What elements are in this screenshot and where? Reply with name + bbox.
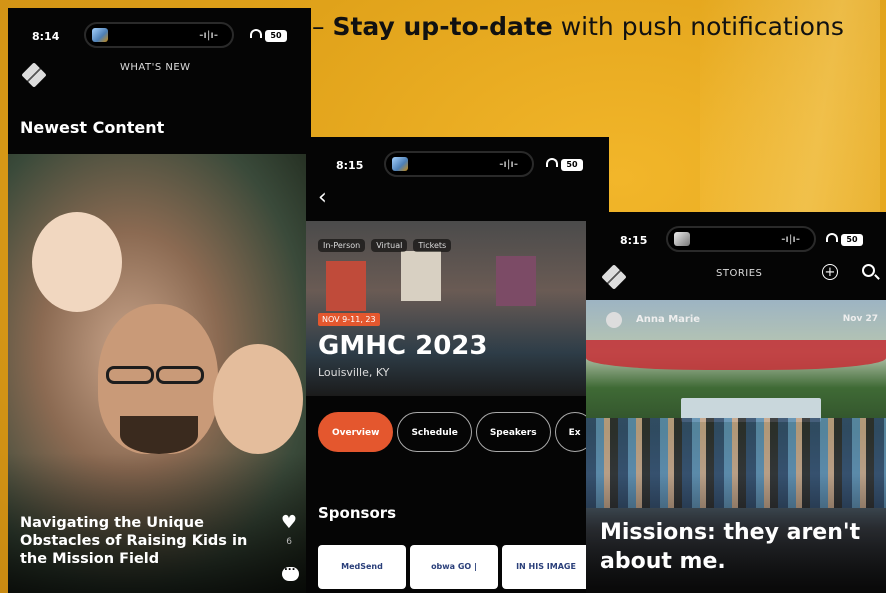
hero-photo-glasses [106, 366, 154, 384]
event-location: Louisville, KY [318, 366, 390, 379]
status-bar: 8:14 -ı|ı- 50 [8, 8, 311, 52]
event-title: GMHC 2023 [318, 331, 488, 361]
status-time: 8:15 [336, 159, 364, 172]
story-card[interactable]: Anna Marie Nov 27 Missions: they aren't … [586, 300, 886, 593]
headline-rest: with push notifications [560, 12, 844, 41]
hero-banner [401, 251, 441, 301]
hero-banner [326, 261, 366, 311]
status-time: 8:14 [32, 30, 60, 43]
tab-overview[interactable]: Overview [318, 412, 394, 452]
app-logo-icon[interactable] [21, 62, 47, 88]
headline: – Stay up-to-date with push notification… [312, 12, 844, 41]
date-badge: NOV 9-11, 23 [318, 313, 380, 326]
waveform-icon: -ı|ı- [199, 30, 218, 41]
section-title: Newest Content [20, 118, 165, 137]
nav-title: STORIES [716, 268, 763, 279]
battery-icon: 50 [561, 159, 583, 171]
article-card[interactable]: Navigating the Unique Obstacles of Raisi… [8, 154, 311, 593]
tab-schedule[interactable]: Schedule [397, 412, 472, 452]
story-photo-awning [586, 340, 886, 370]
hero-photo-child [32, 212, 122, 312]
now-playing-thumbnail [92, 28, 108, 42]
status-icons: 50 [826, 232, 863, 246]
back-chevron-icon[interactable]: ‹ [318, 185, 327, 210]
phone-stories: 8:15 -ı|ı- 50 STORIES + Anna Marie Nov 2… [586, 212, 886, 593]
dynamic-island[interactable]: -ı|ı- [84, 22, 234, 48]
headline-bold: Stay up-to-date [332, 12, 553, 41]
waveform-icon: -ı|ı- [781, 234, 800, 245]
article-title[interactable]: Navigating the Unique Obstacles of Raisi… [20, 514, 250, 568]
dynamic-island[interactable]: -ı|ı- [666, 226, 816, 252]
hero-banner [496, 256, 536, 306]
sponsors-title: Sponsors [318, 504, 397, 522]
sponsor-logo[interactable]: MedSend [318, 545, 406, 589]
status-time: 8:15 [620, 234, 648, 247]
story-date: Nov 27 [842, 314, 878, 324]
hero-photo-beard [120, 416, 198, 454]
tab-speakers[interactable]: Speakers [475, 412, 551, 452]
hero-photo-glasses [156, 366, 204, 384]
event-tabs: Overview Schedule Speakers Ex [318, 412, 599, 452]
chip: Tickets [413, 239, 452, 252]
add-icon[interactable]: + [822, 264, 838, 280]
now-playing-thumbnail [674, 232, 690, 246]
avatar[interactable] [606, 312, 622, 328]
wifi-icon [826, 233, 838, 242]
phone-event: 8:15 -ı|ı- 50 ‹ In-Person Virtual Tickets … [306, 137, 609, 593]
event-chips: In-Person Virtual Tickets [318, 233, 457, 252]
status-bar: 8:15 -ı|ı- 50 [306, 137, 609, 181]
battery-icon: 50 [841, 234, 863, 246]
story-title[interactable]: Missions: they aren't about me. [600, 518, 870, 576]
now-playing-thumbnail [392, 157, 408, 171]
sponsor-logo[interactable]: obwa GO | Healthcare [410, 545, 498, 589]
status-icons: 50 [250, 28, 287, 42]
status-bar: 8:15 -ı|ı- 50 [586, 212, 886, 256]
wifi-icon [250, 29, 262, 38]
hero-photo-child-2 [213, 344, 303, 454]
dynamic-island[interactable]: -ı|ı- [384, 151, 534, 177]
story-author[interactable]: Anna Marie [636, 314, 700, 325]
heart-icon[interactable]: ♥ [281, 512, 297, 533]
phone-whats-new: 8:14 -ı|ı- 50 WHAT'S NEW Newest Content … [8, 8, 311, 593]
like-count: 6 [286, 537, 292, 547]
event-hero: In-Person Virtual Tickets NOV 9-11, 23 GMH… [306, 221, 609, 396]
search-icon[interactable] [862, 264, 875, 277]
chip: Virtual [371, 239, 408, 252]
comment-icon[interactable] [282, 562, 299, 581]
waveform-icon: -ı|ı- [499, 159, 518, 170]
battery-icon: 50 [265, 30, 287, 42]
sponsor-logos: MedSendobwa GO | HealthcareIN HIS IMAGE [318, 545, 594, 589]
sponsor-logo[interactable]: IN HIS IMAGE [502, 545, 590, 589]
app-logo-icon[interactable] [601, 264, 627, 290]
wifi-icon [546, 158, 558, 167]
nav-title: WHAT'S NEW [120, 62, 191, 73]
chip: In-Person [318, 239, 366, 252]
status-icons: 50 [546, 157, 583, 171]
